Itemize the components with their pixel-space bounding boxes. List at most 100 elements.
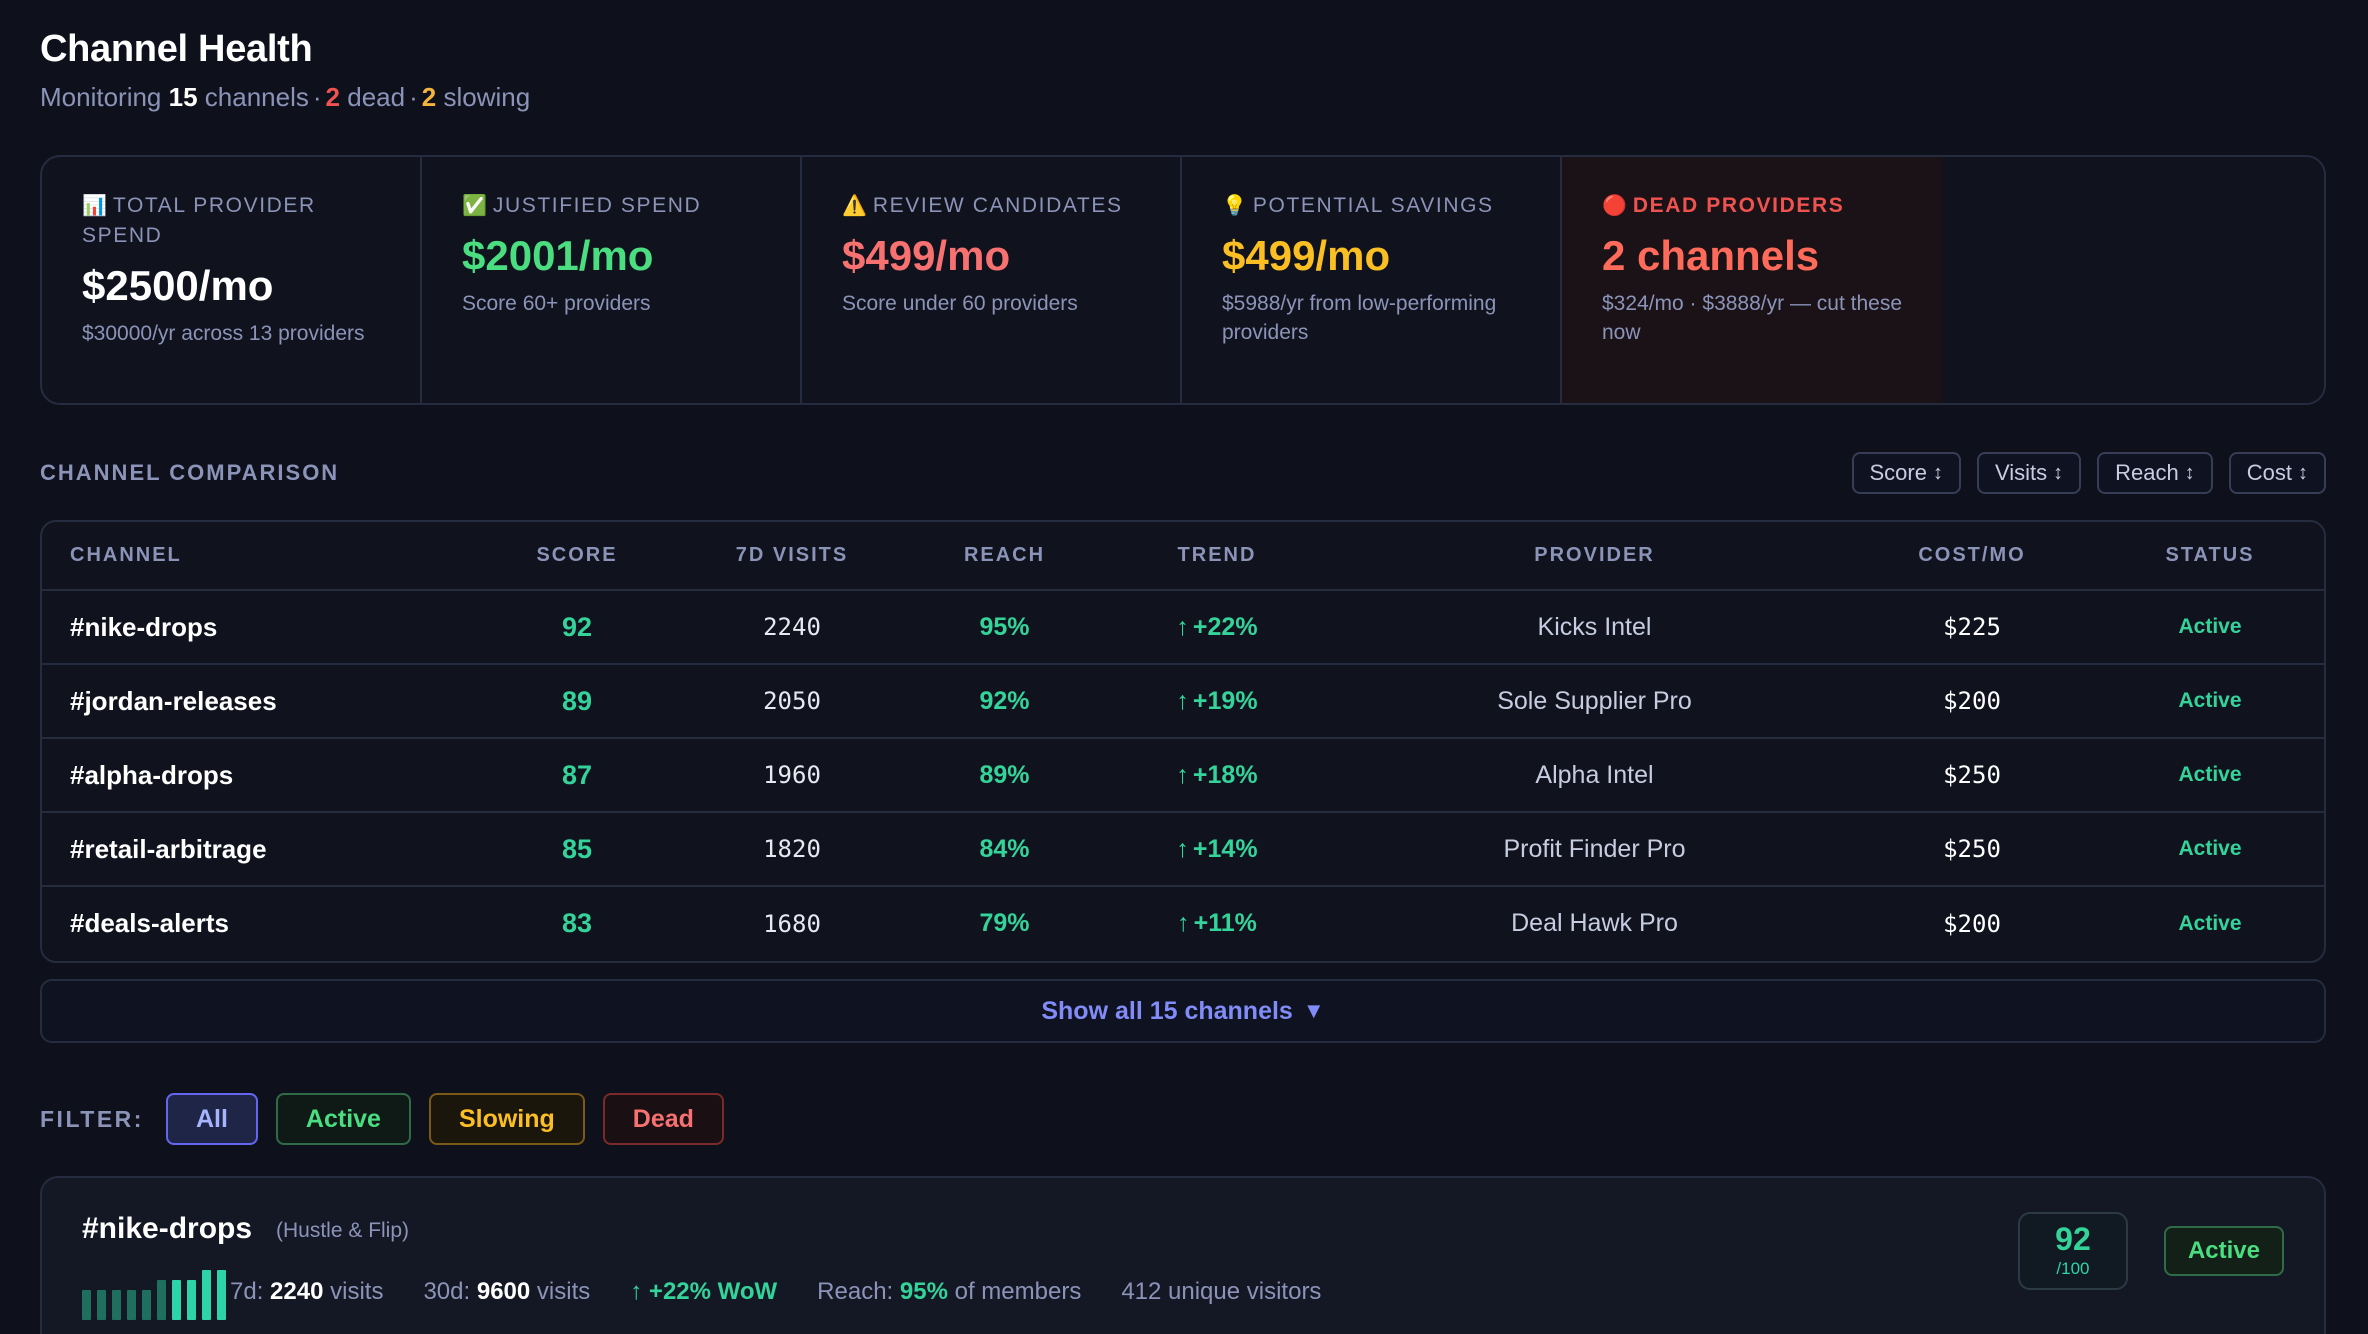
channel-table: CHANNEL SCORE 7D VISITS REACH TREND PROV… xyxy=(40,520,2326,963)
sort-score-button[interactable]: Score ↕ xyxy=(1851,452,1961,494)
cell-trend: ↑ +19% xyxy=(1097,664,1337,739)
check-icon: ✅ xyxy=(462,195,487,217)
stat-review-candidates: ⚠️ Review Candidates $499/mo Score under … xyxy=(802,157,1182,403)
cell-status: Active xyxy=(2178,911,2242,935)
stat-dead-providers: 🔴 Dead Providers 2 channels $324/mo · $38… xyxy=(1562,157,1942,403)
score-badge: 92 /100 xyxy=(2017,1212,2128,1290)
separator: · xyxy=(312,82,322,112)
red-circle-icon: 🔴 xyxy=(1602,195,1627,217)
table-row[interactable]: #jordan-releases 89 2050 92% ↑ +19% Sole … xyxy=(42,664,2324,739)
arrow-up-icon: ↑ xyxy=(630,1278,643,1305)
score-max: /100 xyxy=(2056,1259,2090,1278)
cell-provider: Sole Supplier Pro xyxy=(1337,664,1852,739)
bar-chart-icon: 📊 xyxy=(82,195,107,217)
table-row[interactable]: #deals-alerts 83 1680 79% ↑ +11% Deal Haw… xyxy=(42,886,2324,960)
stat-label: 🔴 Dead Providers xyxy=(1602,191,1904,221)
column-header-status[interactable]: STATUS xyxy=(2092,522,2324,591)
cell-visits: 2050 xyxy=(672,664,912,739)
stats-empty-space xyxy=(1942,157,2324,403)
sort-icon: ↕ xyxy=(2184,461,2195,484)
stat-label-text: Justified Spend xyxy=(492,194,702,217)
table-row[interactable]: #retail-arbitrage 85 1820 84% ↑ +14% Prof… xyxy=(42,812,2324,887)
arrow-up-icon: ↑ xyxy=(1177,909,1190,937)
sort-icon: ↕ xyxy=(2053,461,2064,484)
stat-label-text: Dead Providers xyxy=(1632,194,1845,217)
stat-justified-spend: ✅ Justified Spend $2001/mo Score 60+ prov… xyxy=(422,157,802,403)
table-row[interactable]: #nike-drops 92 2240 95% ↑ +22% Kicks Inte… xyxy=(42,590,2324,665)
sort-buttons: Score ↕ Visits ↕ Reach ↕ Cost ↕ xyxy=(1851,452,2326,494)
column-header-reach[interactable]: REACH xyxy=(912,522,1097,591)
column-header-score[interactable]: SCORE xyxy=(482,522,672,591)
metric-7d-value: 2240 xyxy=(270,1278,324,1305)
sparkline-bar xyxy=(172,1280,181,1320)
sparkline-bar xyxy=(97,1290,106,1320)
filter-slowing-chip[interactable]: Slowing xyxy=(428,1093,585,1145)
column-header-trend[interactable]: TREND xyxy=(1097,522,1337,591)
cell-provider: Kicks Intel xyxy=(1337,590,1852,665)
page-title: Channel Health xyxy=(40,28,313,70)
stat-note: $5988/yr from low-performing providers xyxy=(1222,292,1497,344)
channels-word: channels xyxy=(204,82,309,112)
stat-value: $499/mo xyxy=(1222,232,1391,279)
arrow-up-icon: ↑ xyxy=(1176,760,1189,789)
sort-icon: ↕ xyxy=(1932,461,1943,484)
cell-status: Active xyxy=(2092,812,2324,887)
channels-count: 15 xyxy=(168,82,198,112)
dead-word: dead xyxy=(347,82,406,112)
cell-channel: #deals-alerts xyxy=(70,908,229,938)
cell-score: 89 xyxy=(482,664,672,739)
filter-active-chip[interactable]: Active xyxy=(275,1093,411,1145)
sort-reach-button[interactable]: Reach ↕ xyxy=(2097,452,2213,494)
stat-label-text: Total Provider Spend xyxy=(82,194,316,247)
cell-provider: Deal Hawk Pro xyxy=(1511,909,1678,937)
cell-channel: #retail-arbitrage xyxy=(42,812,482,887)
column-header-provider[interactable]: PROVIDER xyxy=(1337,522,1852,591)
sparkline-bar xyxy=(142,1290,151,1320)
metric-trend-value: +22% WoW xyxy=(648,1278,778,1305)
filter-label: FILTER: xyxy=(40,1105,144,1132)
channel-detail-card[interactable]: #nike-drops (Hustle & Flip) 7d: 2240 vis… xyxy=(40,1176,2326,1334)
score-value: 92 xyxy=(2055,1221,2091,1257)
status-badge: Active xyxy=(2163,1226,2284,1276)
cell-reach: 89% xyxy=(912,738,1097,813)
filter-all-chip[interactable]: All xyxy=(165,1093,258,1145)
sparkline-bar xyxy=(127,1290,136,1320)
lightbulb-icon: 💡 xyxy=(1222,195,1247,217)
monitoring-prefix: Monitoring xyxy=(40,82,162,112)
filter-dead-chip[interactable]: Dead xyxy=(602,1093,724,1145)
metric-reach: Reach: 95% of members xyxy=(817,1278,1081,1306)
trend-value: +22% xyxy=(1192,612,1258,641)
section-label-comparison: CHANNEL COMPARISON xyxy=(40,460,340,485)
cell-reach: 79% xyxy=(979,909,1030,937)
arrow-up-icon: ↑ xyxy=(1176,612,1189,641)
sort-visits-button[interactable]: Visits ↕ xyxy=(1976,452,2082,494)
detail-score-group: 92 /100 Active xyxy=(2017,1212,2284,1290)
visits-word: visits xyxy=(330,1278,384,1305)
filter-bar: FILTER: All Active Slowing Dead xyxy=(40,1093,724,1145)
cell-trend: ↑ +22% xyxy=(1097,590,1337,665)
cell-visits: 2240 xyxy=(672,590,912,665)
stat-label: ✅ Justified Spend xyxy=(462,191,762,221)
cell-status: Active xyxy=(2092,738,2324,813)
stat-total-spend: 📊 Total Provider Spend $2500/mo $30000/yr… xyxy=(42,157,422,403)
column-header-channel[interactable]: CHANNEL xyxy=(42,522,482,591)
cell-score: 87 xyxy=(482,738,672,813)
column-header-cost[interactable]: COST/MO xyxy=(1852,522,2092,591)
stat-potential-savings: 💡 Potential Savings $499/mo $5988/yr from… xyxy=(1182,157,1562,403)
activity-sparkline xyxy=(82,1270,226,1320)
arrow-up-icon: ↑ xyxy=(1176,686,1189,715)
sparkline-bar xyxy=(112,1290,121,1320)
trend-value: +14% xyxy=(1192,834,1258,863)
stats-panel: 📊 Total Provider Spend $2500/mo $30000/yr… xyxy=(40,155,2326,405)
sort-cost-button[interactable]: Cost ↕ xyxy=(2228,452,2326,494)
slowing-count: 2 xyxy=(421,82,437,112)
show-all-channels-button[interactable]: Show all 15 channels ▼ xyxy=(40,979,2326,1043)
table-row[interactable]: #alpha-drops 87 1960 89% ↑ +18% Alpha Int… xyxy=(42,738,2324,813)
stat-note: $30000/yr across 13 providers xyxy=(82,322,365,345)
slowing-word: slowing xyxy=(443,82,531,112)
column-header-visits[interactable]: 7D VISITS xyxy=(672,522,912,591)
metric-30d-label: 30d: xyxy=(423,1278,471,1305)
stat-value: $2500/mo xyxy=(82,262,274,309)
cell-status: Active xyxy=(2092,664,2324,739)
cell-trend: ↑ +18% xyxy=(1097,738,1337,813)
